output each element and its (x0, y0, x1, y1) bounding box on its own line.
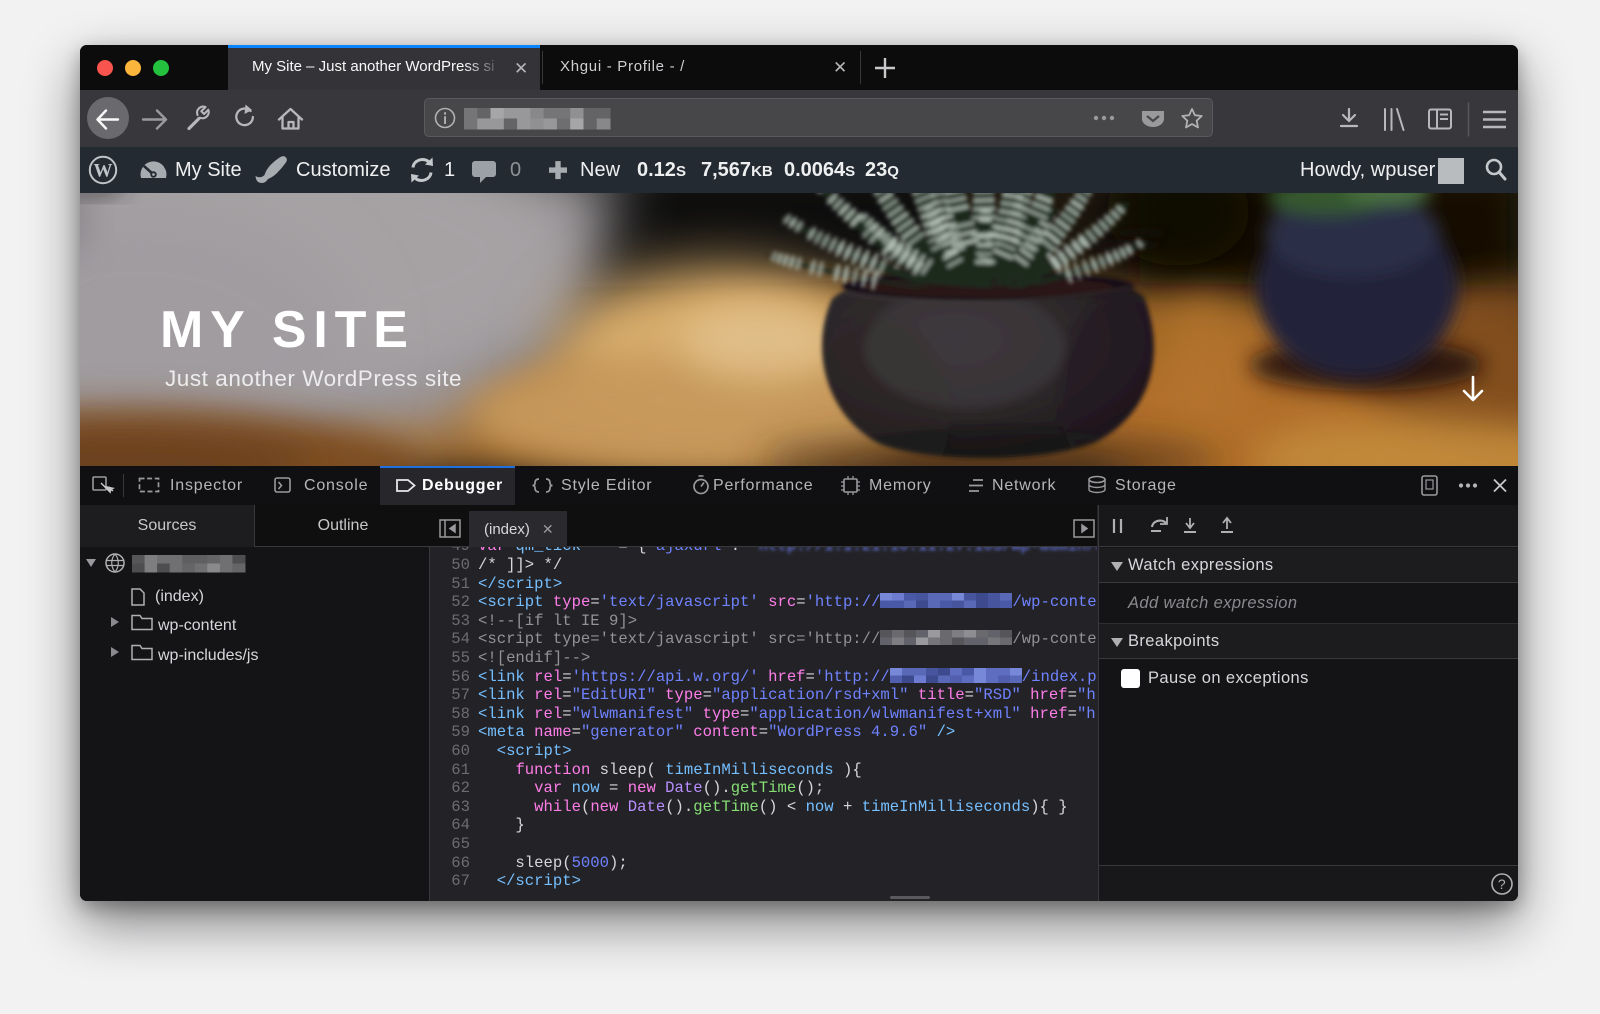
svg-text:?: ? (1498, 876, 1506, 892)
svg-text:W: W (94, 161, 113, 182)
